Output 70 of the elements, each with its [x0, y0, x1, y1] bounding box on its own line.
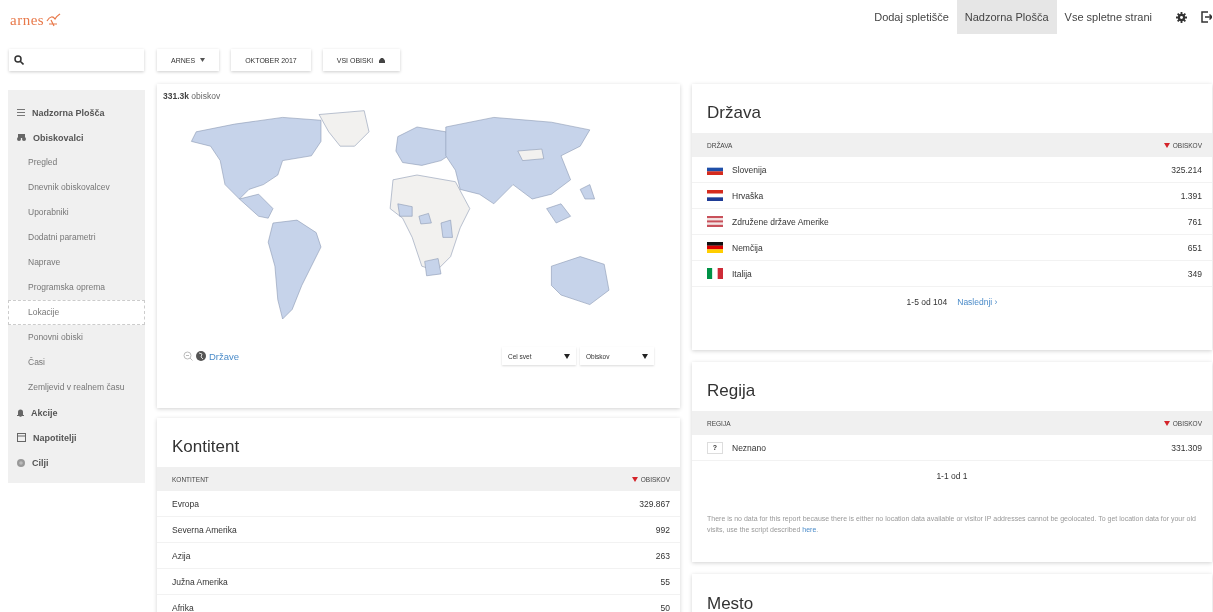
- caret-icon: [642, 353, 648, 359]
- page-range: 1-5 od 104: [906, 297, 948, 307]
- nav-link[interactable]: Vse spletne strani: [1056, 0, 1160, 34]
- level-link[interactable]: Države: [209, 350, 240, 362]
- table-cell: Severna Amerika: [172, 524, 237, 535]
- card-title: Mesto: [706, 593, 755, 612]
- table-cell: 761: [1187, 216, 1202, 227]
- sidebar-item[interactable]: Uporabniki: [8, 200, 145, 225]
- caret-icon: [200, 58, 206, 62]
- sort-icon: [1163, 142, 1170, 148]
- table-cell: Afrika: [172, 602, 194, 612]
- nav-link[interactable]: Nadzorna Plošča: [956, 0, 1057, 34]
- bell-icon: [17, 408, 24, 417]
- calendar-icon: [17, 433, 26, 442]
- table-cell: 651: [1187, 242, 1202, 253]
- table-cell: 325.214: [1171, 164, 1202, 175]
- next-page-link[interactable]: Naslednji ›: [957, 297, 998, 307]
- table-cell: 349: [1187, 268, 1202, 279]
- table-cell: 329.867: [639, 498, 670, 509]
- table-cell[interactable]: Italija: [732, 268, 752, 279]
- sidebar-item[interactable]: Dnevnik obiskovalcev: [8, 175, 145, 200]
- flag-icon: [707, 242, 723, 253]
- table-cell: Evropa: [172, 498, 199, 509]
- sidebar-section[interactable]: Akcije: [8, 400, 145, 425]
- table-cell: 50: [660, 602, 670, 612]
- sidebar-item[interactable]: Pregled: [8, 150, 145, 175]
- table-cell[interactable]: Slovenija: [732, 164, 767, 175]
- menu-icon: [17, 109, 25, 116]
- table-cell: Južna Amerika: [172, 576, 228, 587]
- target-icon: [17, 458, 25, 467]
- sidebar-item[interactable]: Zemljevid v realnem času: [8, 375, 145, 400]
- table-cell[interactable]: Neznano: [732, 442, 767, 453]
- table-cell[interactable]: Hrvaška: [732, 190, 764, 201]
- flag-icon: [707, 190, 723, 201]
- visits-total: 331.3k obiskov: [163, 91, 222, 101]
- flag-icon: [707, 216, 723, 227]
- table-cell: 55: [660, 576, 670, 587]
- table-cell: 1.391: [1180, 190, 1202, 201]
- flag-icon: [707, 268, 723, 279]
- sidebar-item[interactable]: Dodatni parametri: [8, 225, 145, 250]
- sidebar-item[interactable]: Časi: [8, 350, 145, 375]
- binoculars-icon: [17, 134, 26, 141]
- caret-icon: [564, 353, 570, 359]
- table-cell: Azija: [172, 550, 191, 561]
- card-title: Država: [706, 102, 762, 124]
- card-title: Kontitent: [171, 436, 241, 458]
- sidebar-section[interactable]: Napotitelji: [8, 425, 145, 450]
- table-cell: 331.309: [1171, 442, 1202, 453]
- sidebar-section[interactable]: Obiskovalci: [8, 125, 145, 150]
- sidebar-item[interactable]: Ponovni obiski: [8, 325, 145, 350]
- search-field[interactable]: [9, 49, 144, 71]
- segment-icon: [378, 57, 387, 63]
- sidebar-section[interactable]: Nadzorna Plošča: [8, 100, 145, 125]
- sort-icon: [1163, 420, 1170, 426]
- table-cell: 992: [655, 524, 670, 535]
- sidebar-item[interactable]: Lokacije: [8, 300, 145, 325]
- search-icon: [14, 55, 24, 65]
- page-range: 1-1 od 1: [936, 471, 968, 481]
- card-title: Regija: [706, 380, 757, 402]
- table-cell[interactable]: Združene države Amerike: [732, 216, 829, 227]
- sidebar-item[interactable]: Programska oprema: [8, 275, 145, 300]
- table-cell: 263: [655, 550, 670, 561]
- sort-icon: [631, 476, 638, 482]
- nav-link[interactable]: Dodaj spletišče: [866, 0, 957, 34]
- sidebar-section[interactable]: Cilji: [8, 450, 145, 475]
- table-cell[interactable]: Nemčija: [732, 242, 763, 253]
- logout-icon[interactable]: [1201, 11, 1212, 23]
- globe-icon: [196, 351, 206, 361]
- sidebar-item[interactable]: Naprave: [8, 250, 145, 275]
- settings-icon[interactable]: [1176, 11, 1187, 23]
